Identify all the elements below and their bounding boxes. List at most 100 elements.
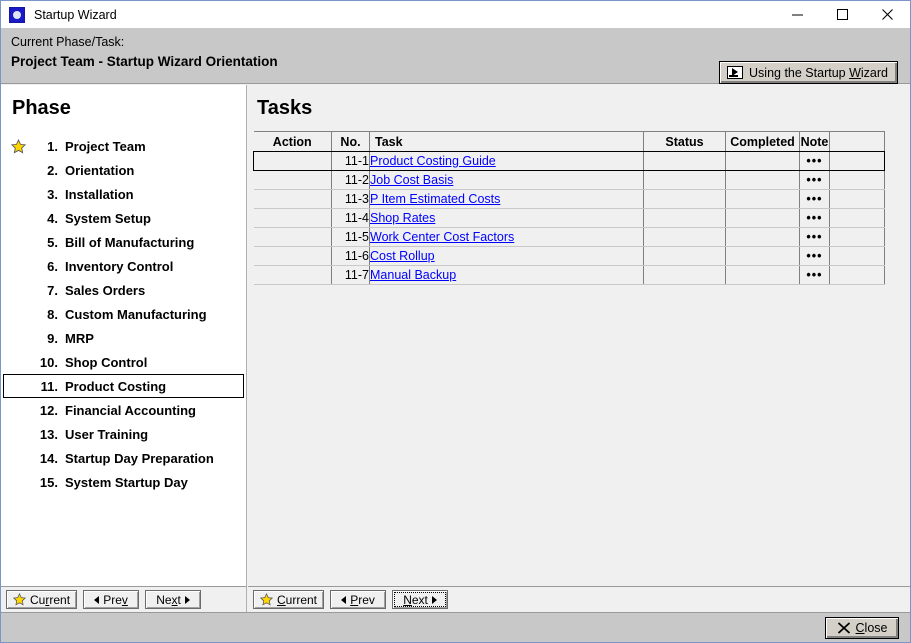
task-action-cell[interactable] <box>253 189 332 209</box>
task-status-cell <box>643 151 726 171</box>
task-number-cell: 11-3 <box>331 189 370 209</box>
phase-item-label: MRP <box>65 330 94 346</box>
star-icon <box>13 593 26 606</box>
task-note-cell[interactable]: ••• <box>799 189 830 209</box>
phase-item-custom-manufacturing[interactable]: 8. Custom Manufacturing <box>3 302 244 326</box>
task-next-label: Next <box>403 592 428 607</box>
phase-item-number: 1. <box>47 138 58 154</box>
wizard-button-label: Using the Startup Wizard <box>749 65 888 80</box>
tasks-column-header-note[interactable]: Note <box>799 131 830 152</box>
phase-item-label: Product Costing <box>65 378 167 394</box>
phase-current-label: Current <box>30 592 71 607</box>
task-extra-cell <box>829 265 885 285</box>
phase-item-label: User Training <box>65 426 149 442</box>
close-button[interactable]: Close <box>825 617 899 639</box>
task-current-button[interactable]: Current <box>253 590 325 609</box>
tasks-panel: Tasks Action No. Task Status Completed Note 1… <box>248 85 910 586</box>
phase-item-sales-orders[interactable]: 7. Sales Orders <box>3 278 244 302</box>
task-link[interactable]: Manual Backup <box>370 268 456 282</box>
title-bar: Startup Wizard <box>1 1 910 28</box>
task-note-cell[interactable]: ••• <box>799 170 830 190</box>
phase-current-button[interactable]: Current <box>6 590 78 609</box>
phase-prev-button[interactable]: Prev <box>83 590 140 609</box>
task-extra-cell <box>829 170 885 190</box>
task-status-cell <box>643 227 726 247</box>
task-row[interactable]: 11-7 Manual Backup ••• <box>253 265 885 285</box>
close-button-label: Close <box>855 621 888 635</box>
phase-item-product-costing[interactable]: 11. Product Costing <box>3 374 244 398</box>
phase-current-marker <box>4 138 32 154</box>
task-name-cell: Shop Rates <box>369 208 644 228</box>
task-link[interactable]: Product Costing Guide <box>370 154 496 168</box>
current-phase-value: Project Team - Startup Wizard Orientatio… <box>11 54 278 69</box>
phase-item-inventory-control[interactable]: 6. Inventory Control <box>3 254 244 278</box>
task-action-cell[interactable] <box>253 265 332 285</box>
task-note-cell[interactable]: ••• <box>799 265 830 285</box>
phase-item-system-setup[interactable]: 4. System Setup <box>3 206 244 230</box>
phase-item-label: Startup Day Preparation <box>65 450 214 466</box>
phase-item-label: Sales Orders <box>65 282 146 298</box>
task-link[interactable]: Shop Rates <box>370 211 435 225</box>
task-link[interactable]: P Item Estimated Costs <box>370 192 500 206</box>
task-note-cell[interactable]: ••• <box>799 227 830 247</box>
phase-item-mrp[interactable]: 9. MRP <box>3 326 244 350</box>
close-window-button[interactable] <box>865 1 910 28</box>
phase-item-label: Project Team <box>65 138 146 154</box>
task-link[interactable]: Job Cost Basis <box>370 173 453 187</box>
phase-next-button[interactable]: Next <box>145 590 202 609</box>
tasks-column-header-completed[interactable]: Completed <box>725 131 800 152</box>
task-row[interactable]: 11-5 Work Center Cost Factors ••• <box>253 227 885 247</box>
task-action-cell[interactable] <box>253 151 332 171</box>
phase-item-number: 4. <box>47 210 58 226</box>
task-row[interactable]: 11-1 Product Costing Guide ••• <box>253 151 885 171</box>
phase-item-project-team[interactable]: 1. Project Team <box>3 134 244 158</box>
close-icon <box>882 9 893 20</box>
task-number-cell: 11-7 <box>331 265 370 285</box>
phase-item-startup-day-preparation[interactable]: 14. Startup Day Preparation <box>3 446 244 470</box>
minimize-button[interactable] <box>775 1 820 28</box>
task-extra-cell <box>829 151 885 171</box>
task-prev-button[interactable]: Prev <box>330 590 387 609</box>
x-icon <box>837 622 850 634</box>
task-action-cell[interactable] <box>253 227 332 247</box>
phase-item-number: 7. <box>47 282 58 298</box>
phase-item-shop-control[interactable]: 10. Shop Control <box>3 350 244 374</box>
task-row[interactable]: 11-3 P Item Estimated Costs ••• <box>253 189 885 209</box>
phase-item-installation[interactable]: 3. Installation <box>3 182 244 206</box>
task-name-cell: Cost Rollup <box>369 246 644 266</box>
tasks-column-header-no[interactable]: No. <box>331 131 370 152</box>
task-next-button[interactable]: Next <box>392 590 449 609</box>
tasks-column-header-task[interactable]: Task <box>369 131 644 152</box>
phase-item-orientation[interactable]: 2. Orientation <box>3 158 244 182</box>
current-phase-label: Current Phase/Task: <box>11 35 125 49</box>
phase-item-bill-of-manufacturing[interactable]: 5. Bill of Manufacturing <box>3 230 244 254</box>
task-action-cell[interactable] <box>253 246 332 266</box>
task-row[interactable]: 11-2 Job Cost Basis ••• <box>253 170 885 190</box>
phase-item-user-training[interactable]: 13. User Training <box>3 422 244 446</box>
tasks-column-header-action[interactable]: Action <box>253 131 332 152</box>
phase-item-number: 11. <box>40 378 58 394</box>
phase-list: 1. Project Team 2. Orientation 3. Installatio… <box>1 134 246 494</box>
task-note-cell[interactable]: ••• <box>799 208 830 228</box>
task-note-cell[interactable]: ••• <box>799 151 830 171</box>
task-link[interactable]: Work Center Cost Factors <box>370 230 514 244</box>
task-note-cell[interactable]: ••• <box>799 246 830 266</box>
maximize-icon <box>837 9 848 20</box>
tasks-column-header-status[interactable]: Status <box>643 131 726 152</box>
task-link[interactable]: Cost Rollup <box>370 249 435 263</box>
task-row[interactable]: 11-4 Shop Rates ••• <box>253 208 885 228</box>
task-status-cell <box>643 265 726 285</box>
task-row[interactable]: 11-6 Cost Rollup ••• <box>253 246 885 266</box>
task-action-cell[interactable] <box>253 170 332 190</box>
task-nav-strip: Current Prev Next <box>248 586 910 612</box>
triangle-left-icon <box>341 595 347 604</box>
tasks-column-header-blank[interactable] <box>829 131 885 152</box>
task-name-cell: Manual Backup <box>369 265 644 285</box>
maximize-button[interactable] <box>820 1 865 28</box>
task-extra-cell <box>829 189 885 209</box>
phase-item-financial-accounting[interactable]: 12. Financial Accounting <box>3 398 244 422</box>
using-the-startup-wizard-button[interactable]: Using the Startup Wizard <box>719 61 898 84</box>
triangle-left-icon <box>94 595 100 604</box>
task-action-cell[interactable] <box>253 208 332 228</box>
phase-item-system-startup-day[interactable]: 15. System Startup Day <box>3 470 244 494</box>
